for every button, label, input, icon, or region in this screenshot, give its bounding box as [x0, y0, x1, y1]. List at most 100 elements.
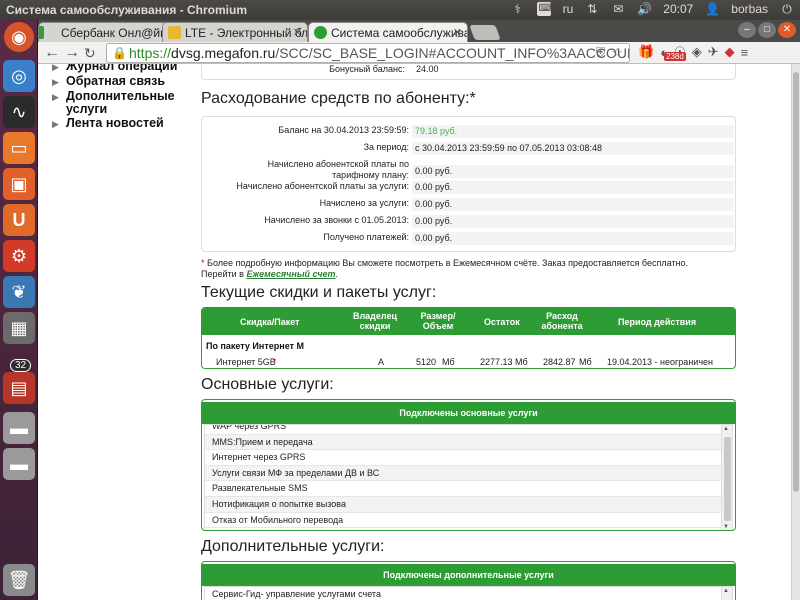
rest-unit: Мб — [515, 357, 528, 367]
tab-favicon — [314, 26, 327, 39]
scroll-up-icon[interactable]: ▲ — [723, 426, 729, 432]
new-tab-button[interactable] — [469, 25, 501, 40]
calculator-icon[interactable]: ▦ — [3, 312, 35, 344]
nav-item-journal[interactable]: ▶ Журнал операций — [50, 64, 200, 73]
package-name: Интернет 5GB — [216, 357, 276, 367]
list-item: Развлекательные SMS — [205, 481, 732, 497]
indicator-icon[interactable]: ⚕ — [511, 2, 525, 16]
bonus-value: 24.00 — [416, 64, 439, 74]
spending-title: Расходование средств по абоненту:* — [201, 90, 476, 107]
drive-icon[interactable]: ▬ — [3, 448, 35, 480]
extensions: 🎁 ◐ ☉ ◈ ✈ ◆ ≡ — [638, 44, 748, 60]
scroll-thumb[interactable] — [724, 437, 731, 521]
info-value: 0.00 руб. — [412, 165, 734, 178]
nav-item-extra-services[interactable]: ▶ Дополнительные услуги — [50, 90, 175, 116]
spending-box: Баланс на 30.04.2013 23:59:59: 79.18 руб.… — [201, 116, 736, 252]
volume-icon[interactable]: 🔊 — [637, 2, 652, 16]
page-scrollbar[interactable] — [791, 64, 800, 600]
window-app-icon[interactable]: ▤ — [3, 372, 35, 404]
discounts-title: Текущие скидки и пакеты услуг: — [201, 284, 437, 301]
info-value: 0.00 руб. — [412, 215, 734, 228]
nav-item-label: Дополнительные услуги — [66, 89, 175, 116]
keyboard-icon[interactable]: ⌨ — [536, 2, 553, 16]
extra-services-header: Подключены дополнительные услуги — [202, 564, 735, 586]
column-header: Скидка/Пакет — [240, 317, 300, 327]
minimize-icon[interactable]: – — [738, 22, 756, 38]
drive-icon[interactable]: ▬ — [3, 412, 35, 444]
bird-app-icon[interactable]: ❦ — [3, 276, 35, 308]
info-label: Начислено абонентской платы по тарифному… — [267, 159, 409, 180]
tab-favicon — [39, 26, 44, 39]
keyboard-layout[interactable]: ru — [563, 2, 574, 16]
star-icon[interactable]: ☆ — [611, 44, 623, 62]
basic-services-box: Подключены основные услуги WAP через GPR… — [201, 399, 736, 531]
info-value: 0.00 руб. — [412, 181, 734, 194]
system-settings-icon[interactable]: ⚙ — [3, 240, 35, 272]
tab-label: LTE - Электронный блок — [185, 26, 308, 40]
software-center-icon[interactable]: ▣ — [3, 168, 35, 200]
tab-lte[interactable]: LTE - Электронный блок ✕ — [162, 22, 308, 42]
user-name[interactable]: borbas — [731, 2, 768, 16]
clock[interactable]: 20:07 — [663, 2, 693, 16]
nav-item-feedback[interactable]: ▶ Обратная связь — [50, 75, 200, 88]
extension-icon[interactable]: ◈ — [692, 44, 702, 60]
extension-icon[interactable]: ✈ — [708, 44, 719, 60]
wrench-icon[interactable]: ≡ — [741, 45, 749, 60]
tab-strip: Сбербанк Онл@йн ✕ LTE - Электронный блок… — [38, 20, 800, 43]
used-unit: Мб — [579, 357, 592, 367]
nav-item-label: Обратная связь — [66, 74, 166, 88]
tab-label: Система самообслужива — [331, 26, 468, 40]
network-icon[interactable]: ⇅ — [585, 2, 599, 16]
table-row: Интернет 5GB * A 5120 Мб 2277.13 Мб 2842… — [202, 351, 735, 367]
nav-item-label: Лента новостей — [66, 116, 164, 130]
extension-badge: 238d — [664, 52, 686, 61]
info-label: За период: — [363, 142, 409, 152]
page-scroll-thumb[interactable] — [793, 72, 799, 492]
system-monitor-icon[interactable]: ∿ — [3, 96, 35, 128]
back-icon[interactable]: ← — [44, 44, 60, 62]
power-icon[interactable]: ⏻ — [780, 2, 794, 16]
forward-icon[interactable]: → — [64, 44, 80, 62]
maximize-icon[interactable]: □ — [758, 22, 776, 38]
nav-item-news[interactable]: ▶ Лента новостей — [50, 117, 200, 130]
trash-icon[interactable]: 🗑 — [3, 564, 35, 596]
close-window-icon[interactable]: ✕ — [778, 22, 796, 38]
shield-icon[interactable]: ⛨ — [596, 44, 606, 62]
basic-services-list[interactable]: WAP через GPRS MMS:Прием и передача Инте… — [204, 424, 733, 530]
size-value: 5120 — [416, 357, 437, 367]
info-value: с 30.04.2013 23:59:59 по 07.05.2013 03:0… — [412, 142, 734, 155]
monthly-bill-link[interactable]: Ежемесячный счет — [246, 269, 335, 279]
reload-icon[interactable]: ↻ — [84, 44, 96, 62]
close-icon[interactable]: ✕ — [293, 26, 302, 39]
note-end: . — [335, 269, 338, 279]
extra-services-list[interactable]: Сервис-Гид- управление услугами счета ▲ — [204, 586, 733, 600]
address-bar[interactable]: 🔒 https://dvsg.megafon.ru/SCC/SC_BASE_LO… — [106, 43, 630, 63]
ubuntu-one-icon[interactable]: U — [3, 204, 35, 236]
size-unit: Мб — [442, 357, 455, 367]
list-item: Услуги связи МФ за пределами ДВ и ВС — [205, 465, 732, 482]
tab-self-service[interactable]: Система самообслужива ✕ — [308, 22, 468, 43]
chromium-icon[interactable]: ◎ — [3, 60, 35, 92]
info-label: Начислено за звонки с 01.05.2013: — [264, 215, 409, 225]
files-icon[interactable]: ▭ — [3, 132, 35, 164]
lock-icon: 🔒 — [112, 46, 127, 60]
gift-icon[interactable]: 🎁 — [638, 44, 654, 60]
bonus-box: Бонусный баланс: 24.00 — [201, 64, 736, 80]
tab-favicon — [168, 26, 181, 39]
column-header: Размер/ Объем — [420, 311, 456, 331]
tab-sberbank[interactable]: Сбербанк Онл@йн ✕ — [38, 22, 178, 42]
dash-icon[interactable]: ◉ — [4, 22, 34, 52]
list-scrollbar[interactable]: ▲ ▼ — [721, 425, 732, 530]
info-label: Начислено за услуги: — [319, 198, 409, 208]
scroll-up-icon[interactable]: ▲ — [723, 588, 729, 594]
mail-icon[interactable]: ✉ — [611, 2, 625, 16]
window-controls: – □ ✕ — [738, 22, 796, 38]
info-value: 0.00 руб. — [412, 232, 734, 245]
close-icon[interactable]: ✕ — [453, 26, 462, 39]
rest-value: 2277.13 — [480, 357, 513, 367]
list-scrollbar[interactable]: ▲ — [721, 587, 732, 600]
user-icon: 👤 — [705, 2, 721, 16]
extension-icon[interactable]: ◆ — [725, 44, 735, 60]
chevron-right-icon: ▶ — [52, 119, 59, 129]
scroll-down-icon[interactable]: ▼ — [723, 524, 729, 530]
